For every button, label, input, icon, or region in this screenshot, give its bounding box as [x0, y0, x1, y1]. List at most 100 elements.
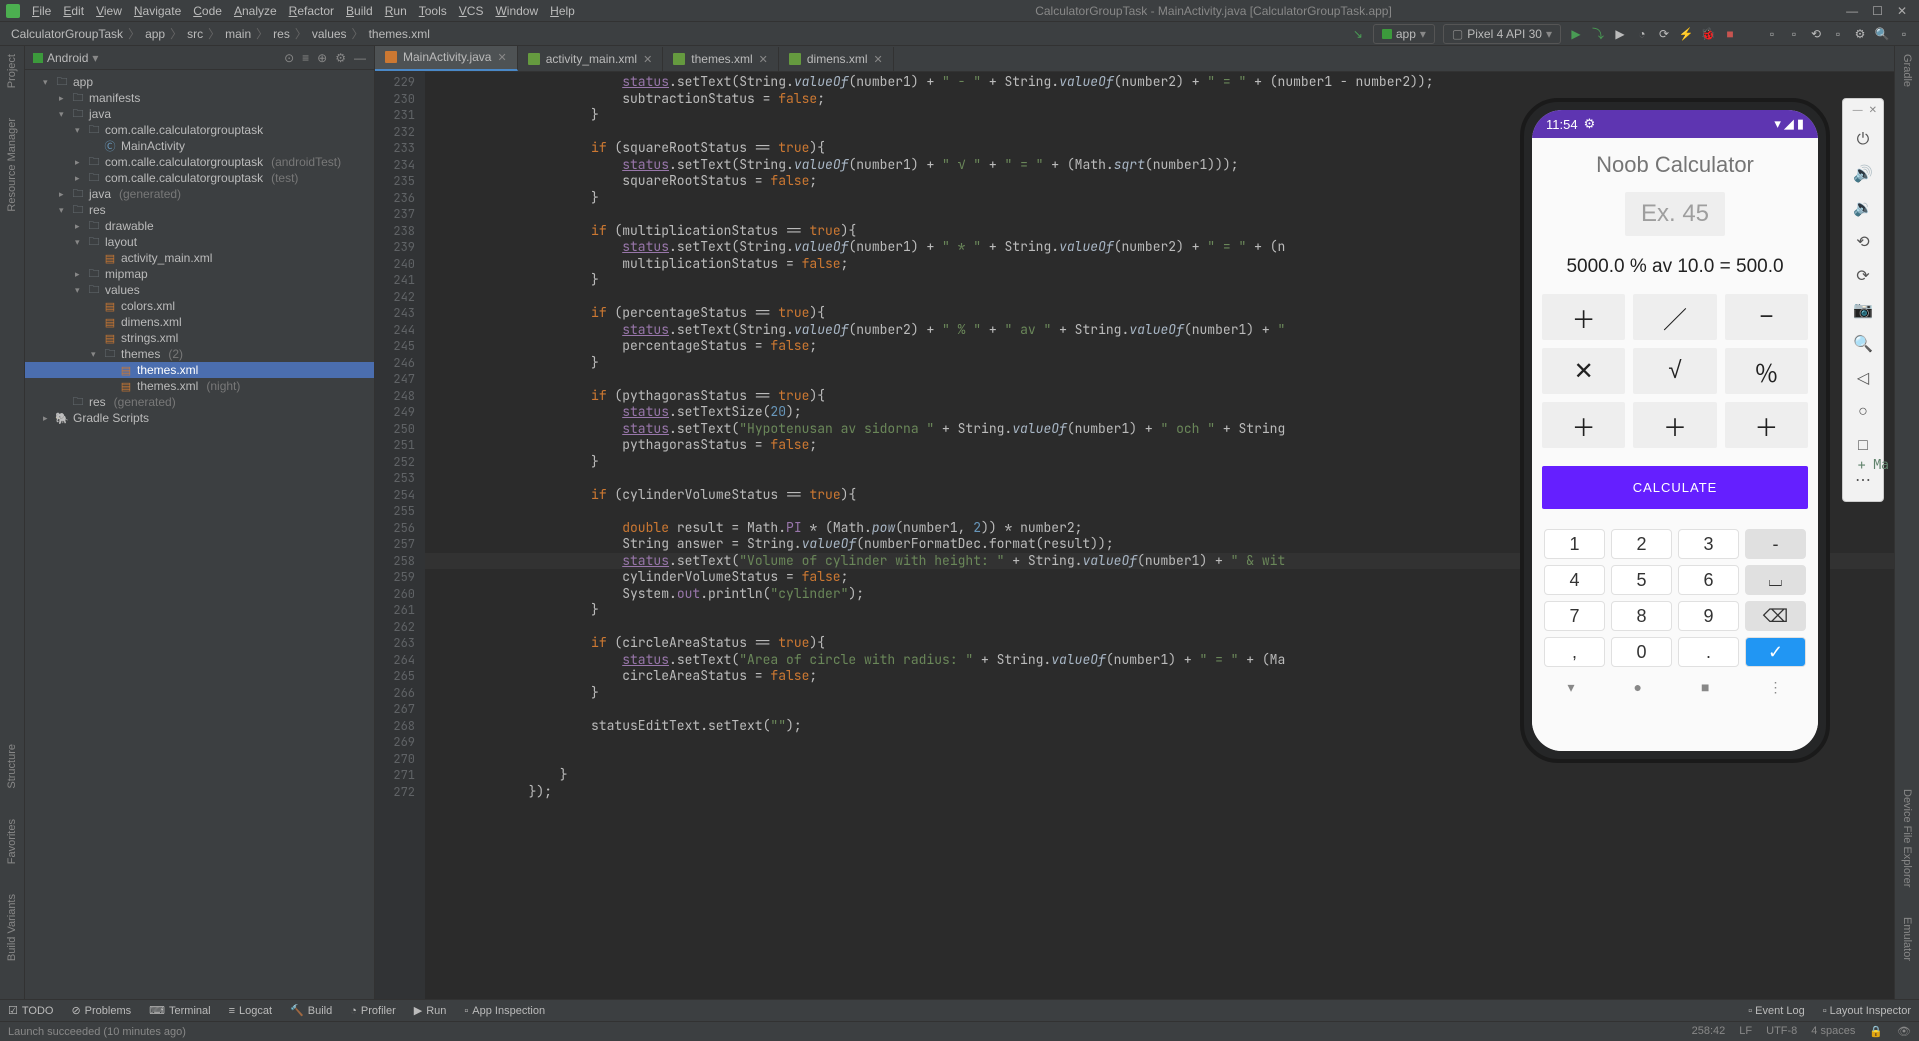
line-sep[interactable]: LF [1739, 1025, 1752, 1038]
attach-icon[interactable]: ⟳ [1657, 27, 1671, 41]
menu-code[interactable]: Code [187, 2, 228, 20]
bottom-tool-todo[interactable]: ☑ TODO [8, 1004, 53, 1017]
bug-icon[interactable]: 🐞 [1701, 27, 1715, 41]
tree-node[interactable]: ▤strings.xml [25, 330, 374, 346]
bottom-tool-terminal[interactable]: ⌨ Terminal [149, 1004, 210, 1017]
minimize-icon[interactable]: — [1846, 4, 1858, 18]
editor-tab[interactable]: themes.xml✕ [663, 47, 779, 71]
menu-view[interactable]: View [90, 2, 128, 20]
menu-edit[interactable]: Edit [57, 2, 90, 20]
nav-recent-icon[interactable]: ■ [1701, 679, 1709, 695]
emu-power-icon[interactable]: ⏻ [1843, 125, 1883, 155]
keypad-key[interactable]: , [1544, 637, 1605, 667]
op-button[interactable]: ＋ [1542, 294, 1625, 340]
tree-node[interactable]: ▾🗀java [25, 106, 374, 122]
menu-help[interactable]: Help [544, 2, 581, 20]
keypad-key[interactable]: 6 [1678, 565, 1739, 595]
menu-build[interactable]: Build [340, 2, 379, 20]
calculate-button[interactable]: CALCULATE [1542, 466, 1808, 509]
project-view-dropdown[interactable]: Android ▾ [33, 51, 98, 65]
expand-icon[interactable]: ⊕ [317, 51, 327, 65]
close-tab-icon[interactable]: ✕ [497, 51, 506, 64]
keypad-key[interactable]: 3 [1678, 529, 1739, 559]
emu-rotate-right-icon[interactable]: ⟳ [1843, 261, 1883, 291]
breadcrumb-item[interactable]: values [309, 27, 350, 41]
op-button[interactable]: ＋ [1633, 402, 1716, 448]
keypad-key[interactable]: 9 [1678, 601, 1739, 631]
editor-tab[interactable]: activity_main.xml✕ [518, 47, 664, 71]
tool-device-file-explorer[interactable]: Device File Explorer [1901, 789, 1913, 887]
bottom-tool-layout-inspector[interactable]: ▫ Layout Inspector [1823, 1005, 1911, 1017]
menu-file[interactable]: File [26, 2, 57, 20]
close-tab-icon[interactable]: ✕ [643, 53, 652, 66]
project-tree[interactable]: ▾🗀app▸🗀manifests▾🗀java▾🗀com.calle.calcul… [25, 70, 374, 999]
emu-back-icon[interactable]: ◁ [1843, 363, 1883, 393]
caret-position[interactable]: 258:42 [1692, 1025, 1726, 1038]
menu-window[interactable]: Window [489, 2, 544, 20]
nav-back-icon[interactable]: ▾ [1568, 679, 1575, 696]
keypad-key[interactable]: 7 [1544, 601, 1605, 631]
op-button[interactable]: ＋ [1725, 402, 1808, 448]
sync-icon[interactable]: ⟲ [1809, 27, 1823, 41]
emu-close-icon[interactable]: ✕ [1869, 105, 1877, 121]
tree-node[interactable]: ▤themes.xml [25, 362, 374, 378]
emu-screenshot-icon[interactable]: 📷 [1843, 295, 1883, 325]
emu-overview-icon[interactable]: □ [1843, 431, 1883, 461]
breadcrumb-item[interactable]: res [270, 27, 293, 41]
close-tab-icon[interactable]: ✕ [759, 53, 768, 66]
stop-icon[interactable]: ■ [1723, 27, 1737, 41]
gear-icon[interactable]: ⚙ [335, 51, 346, 65]
menu-navigate[interactable]: Navigate [128, 2, 187, 20]
bottom-tool-build[interactable]: 🔨 Build [290, 1004, 332, 1017]
op-button[interactable]: ％ [1725, 348, 1808, 394]
breadcrumb-item[interactable]: main [222, 27, 254, 41]
emu-minimize-icon[interactable]: — [1853, 105, 1863, 121]
close-icon[interactable]: ✕ [1897, 4, 1907, 18]
tree-node[interactable]: ⒸMainActivity [25, 138, 374, 154]
keypad-key[interactable]: ⌫ [1745, 601, 1806, 631]
breadcrumb-item[interactable]: app [142, 27, 168, 41]
keypad-key[interactable]: 8 [1611, 601, 1672, 631]
tool-project[interactable]: Project [6, 54, 18, 88]
bottom-tool-logcat[interactable]: ≡ Logcat [229, 1004, 272, 1017]
tree-node[interactable]: ▸🗀drawable [25, 218, 374, 234]
op-button[interactable]: ／ [1633, 294, 1716, 340]
tool-build-variants[interactable]: Build Variants [6, 894, 18, 961]
emu-volume-up-icon[interactable]: 🔊 [1843, 159, 1883, 189]
keypad-key[interactable]: ⌴ [1745, 565, 1806, 595]
close-tab-icon[interactable]: ✕ [874, 53, 883, 66]
menu-run[interactable]: Run [379, 2, 413, 20]
tool-structure[interactable]: Structure [6, 744, 18, 789]
emu-volume-down-icon[interactable]: 🔉 [1843, 193, 1883, 223]
tool-favorites[interactable]: Favorites [6, 819, 18, 864]
editor-tab[interactable]: MainActivity.java✕ [375, 46, 518, 71]
editor-tab[interactable]: dimens.xml✕ [779, 47, 894, 71]
keypad-key[interactable]: 4 [1544, 565, 1605, 595]
keypad-key[interactable]: - [1745, 529, 1806, 559]
avd-icon[interactable]: ▫ [1765, 27, 1779, 41]
profile-icon[interactable]: ◔ [1635, 27, 1649, 41]
nav-home-icon[interactable]: ● [1634, 679, 1642, 695]
tool-gradle[interactable]: Gradle [1901, 54, 1913, 87]
scope-icon[interactable]: ⊙ [284, 51, 294, 65]
tool-resource-manager[interactable]: Resource Manager [6, 118, 18, 212]
menu-vcs[interactable]: VCS [453, 2, 490, 20]
nav-more-icon[interactable]: ⋮ [1768, 679, 1782, 696]
op-button[interactable]: − [1725, 294, 1808, 340]
search-icon[interactable]: 🔍 [1875, 27, 1889, 41]
tree-node[interactable]: ▸🐘Gradle Scripts [25, 410, 374, 426]
app-input[interactable]: Ex. 45 [1625, 192, 1725, 236]
expand-icon[interactable]: ▫ [1897, 27, 1911, 41]
keypad-key[interactable]: 1 [1544, 529, 1605, 559]
device-icon[interactable]: ▫ [1831, 27, 1845, 41]
bottom-tool-run[interactable]: ▶ Run [414, 1004, 447, 1017]
tree-node[interactable]: 🗀res(generated) [25, 394, 374, 410]
encoding[interactable]: UTF-8 [1766, 1025, 1797, 1038]
keypad-key[interactable]: ✓ [1745, 637, 1806, 667]
tree-node[interactable]: ▾🗀layout [25, 234, 374, 250]
run-config-app[interactable]: app ▾ [1373, 24, 1435, 44]
menu-refactor[interactable]: Refactor [283, 2, 340, 20]
bottom-tool-app-inspection[interactable]: ▫ App Inspection [464, 1004, 545, 1017]
breadcrumb-item[interactable]: themes.xml [366, 27, 433, 41]
tree-node[interactable]: ▾🗀res [25, 202, 374, 218]
